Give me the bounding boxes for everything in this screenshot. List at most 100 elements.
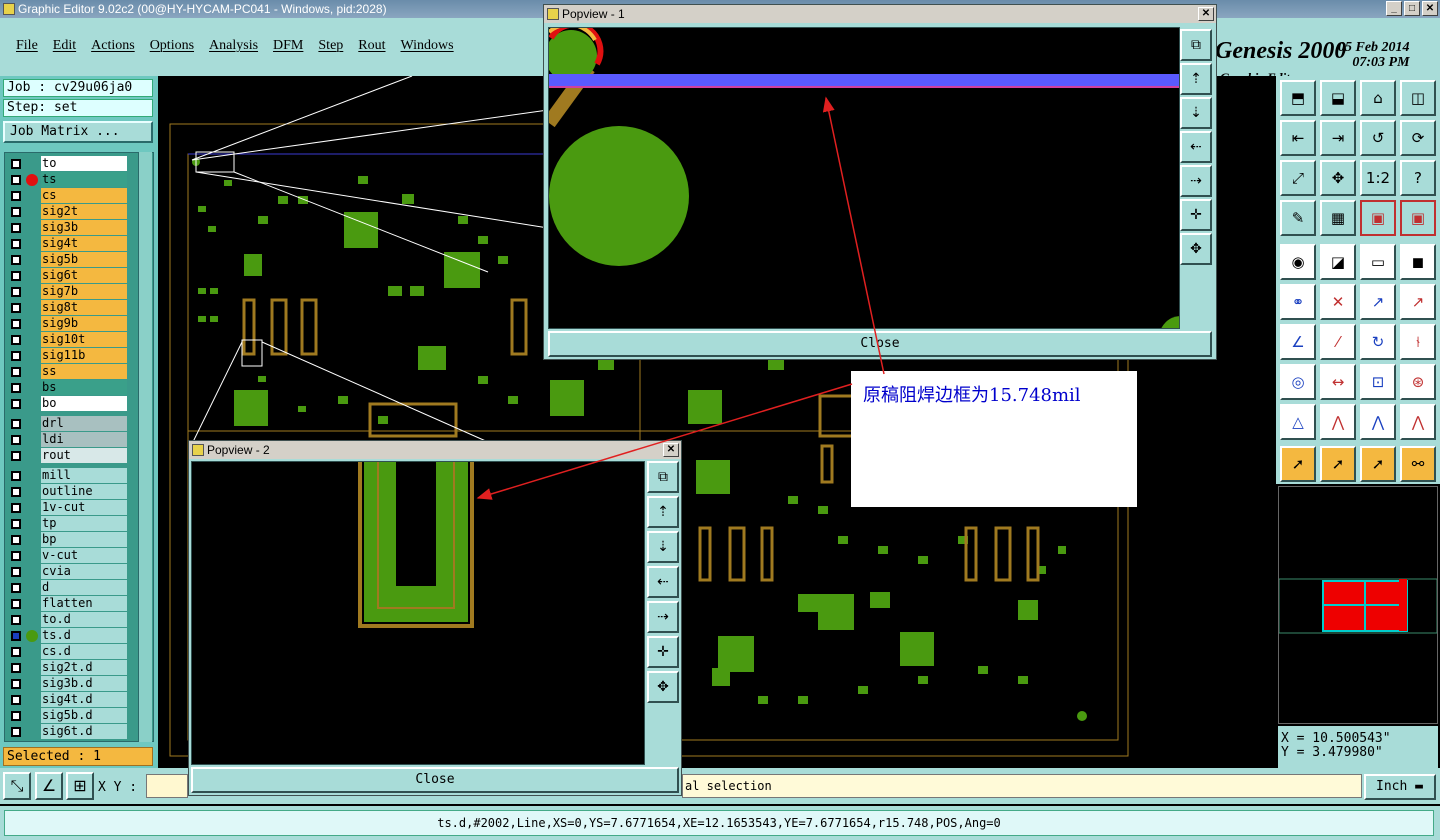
layer-row-cs[interactable]: cs [4,188,130,204]
xy-input[interactable] [146,774,188,798]
layer-checkbox[interactable] [11,551,21,561]
pan-icon[interactable]: ✥ [1320,160,1356,196]
pan-down-icon[interactable]: ⇣ [647,531,679,563]
connect-icon[interactable]: ⚭ [1280,284,1316,320]
layer-checkbox[interactable] [11,319,21,329]
layer-row-ts.d[interactable]: ts.d [4,628,130,644]
layer-checkbox[interactable] [11,367,21,377]
save-icon[interactable]: ⬓ [1320,80,1356,116]
overview-map[interactable] [1278,486,1438,724]
layer-row-cvia[interactable]: cvia [4,564,130,580]
delete-icon[interactable]: ✕ [1320,284,1356,320]
popview-2-canvas[interactable] [191,461,645,765]
layer-toggle-2-icon[interactable]: ▣ [1400,200,1436,236]
layer-checkbox[interactable] [11,191,21,201]
popview-1-canvas[interactable] [543,21,1203,360]
select-pad-icon[interactable]: ◼ [1400,244,1436,280]
shift-left-icon[interactable]: ⇤ [1280,120,1316,156]
pan-left-icon[interactable]: ⇠ [1180,131,1212,163]
layer-checkbox[interactable] [11,435,21,445]
layer-row-bo[interactable]: bo [4,396,130,412]
slot-icon[interactable]: △ [1280,404,1316,440]
pan-up-icon[interactable]: ⇡ [647,496,679,528]
layer-row-sig5b[interactable]: sig5b [4,252,130,268]
add-shape-icon[interactable]: ◪ [1320,244,1356,280]
layer-row-v-cut[interactable]: v-cut [4,548,130,564]
zoom-home-icon[interactable]: ⤢ [1280,160,1316,196]
angle-icon[interactable]: ∠ [1280,324,1316,360]
layer-row-mill[interactable]: mill [4,468,130,484]
layer-checkbox[interactable] [11,519,21,529]
properties-icon[interactable]: ✎ [1280,200,1316,236]
pan-right-icon[interactable]: ⇢ [1180,165,1212,197]
layer-checkbox[interactable] [11,399,21,409]
measure-icon[interactable]: ▭ [1360,244,1396,280]
contour-icon[interactable]: ⊛ [1400,364,1436,400]
popview-1-close-button[interactable]: Close [548,331,1212,357]
layer-row-flatten[interactable]: flatten [4,596,130,612]
layer-checkbox[interactable] [11,271,21,281]
fill-icon[interactable]: ⋀ [1400,404,1436,440]
layer-row-1v-cut[interactable]: 1v-cut [4,500,130,516]
layer-checkbox[interactable] [11,487,21,497]
pan-up-icon[interactable]: ⇡ [1180,63,1212,95]
copy-icon[interactable]: ↗ [1400,284,1436,320]
layer-checkbox[interactable] [11,335,21,345]
angle-icon[interactable]: ∠ [35,772,63,800]
layer-row-bp[interactable]: bp [4,532,130,548]
layer-row-sig2t[interactable]: sig2t [4,204,130,220]
layer-row-cs.d[interactable]: cs.d [4,644,130,660]
layer-checkbox[interactable] [11,207,21,217]
pointer-icon[interactable]: ➚ [1280,446,1316,482]
layer-checkbox[interactable] [11,631,21,641]
layer-row-outline[interactable]: outline [4,484,130,500]
layer-checkbox[interactable] [11,175,21,185]
layer-row-sig10t[interactable]: sig10t [4,332,130,348]
popview-1-close-icon[interactable]: ✕ [1198,7,1214,21]
job-matrix-button[interactable]: Job Matrix ... [3,121,153,143]
move-icon[interactable]: ↗ [1360,284,1396,320]
zoom-in-icon[interactable]: ✛ [647,636,679,668]
layer-checkbox[interactable] [11,567,21,577]
add-pad-icon[interactable]: ◉ [1280,244,1316,280]
layer-row-ss[interactable]: ss [4,364,130,380]
shift-right-icon[interactable]: ⇥ [1320,120,1356,156]
layer-row-sig11b[interactable]: sig11b [4,348,130,364]
redo-icon[interactable]: ⟳ [1400,120,1436,156]
layer-row-sig6t.d[interactable]: sig6t.d [4,724,130,740]
zoom-fit-icon[interactable]: ⧉ [1180,29,1212,61]
unit-selector[interactable]: Inch ▬ [1364,774,1436,800]
layer-checkbox[interactable] [11,383,21,393]
popview-2-close-button[interactable]: Close [191,767,679,793]
layer-checkbox[interactable] [11,451,21,461]
home-icon[interactable]: ⌂ [1360,80,1396,116]
line-icon[interactable]: ⁄ [1320,324,1356,360]
grid-icon[interactable]: ▦ [1320,200,1356,236]
layer-checkbox[interactable] [11,615,21,625]
layer-checkbox[interactable] [11,471,21,481]
resize-icon[interactable]: ⊡ [1360,364,1396,400]
pan-down-icon[interactable]: ⇣ [1180,97,1212,129]
layer-checkbox[interactable] [11,679,21,689]
close-window-button[interactable]: ✕ [1422,1,1438,16]
layer-row-sig7b[interactable]: sig7b [4,284,130,300]
zoom-out-icon[interactable]: ✥ [1180,233,1212,265]
layer-row-sig5b.d[interactable]: sig5b.d [4,708,130,724]
layer-checkbox[interactable] [11,419,21,429]
zoom-in-icon[interactable]: ✛ [1180,199,1212,231]
layer-checkbox[interactable] [11,303,21,313]
layer-row-to.d[interactable]: to.d [4,612,130,628]
layer-row-sig8t[interactable]: sig8t [4,300,130,316]
layer-row-tp[interactable]: tp [4,516,130,532]
layer-row-sig4t.d[interactable]: sig4t.d [4,692,130,708]
layer-row-sig3b[interactable]: sig3b [4,220,130,236]
zoom-out-icon[interactable]: ✥ [647,671,679,703]
scale-icon[interactable]: 1:2 [1360,160,1396,196]
rotate-icon[interactable]: ↻ [1360,324,1396,360]
layer-checkbox[interactable] [11,287,21,297]
menu-rout[interactable]: Rout [358,38,385,54]
surface-icon[interactable]: ⋀ [1320,404,1356,440]
menu-edit[interactable]: Edit [53,38,76,54]
menu-windows[interactable]: Windows [401,38,454,54]
mirror-icon[interactable]: ⫮ [1400,324,1436,360]
